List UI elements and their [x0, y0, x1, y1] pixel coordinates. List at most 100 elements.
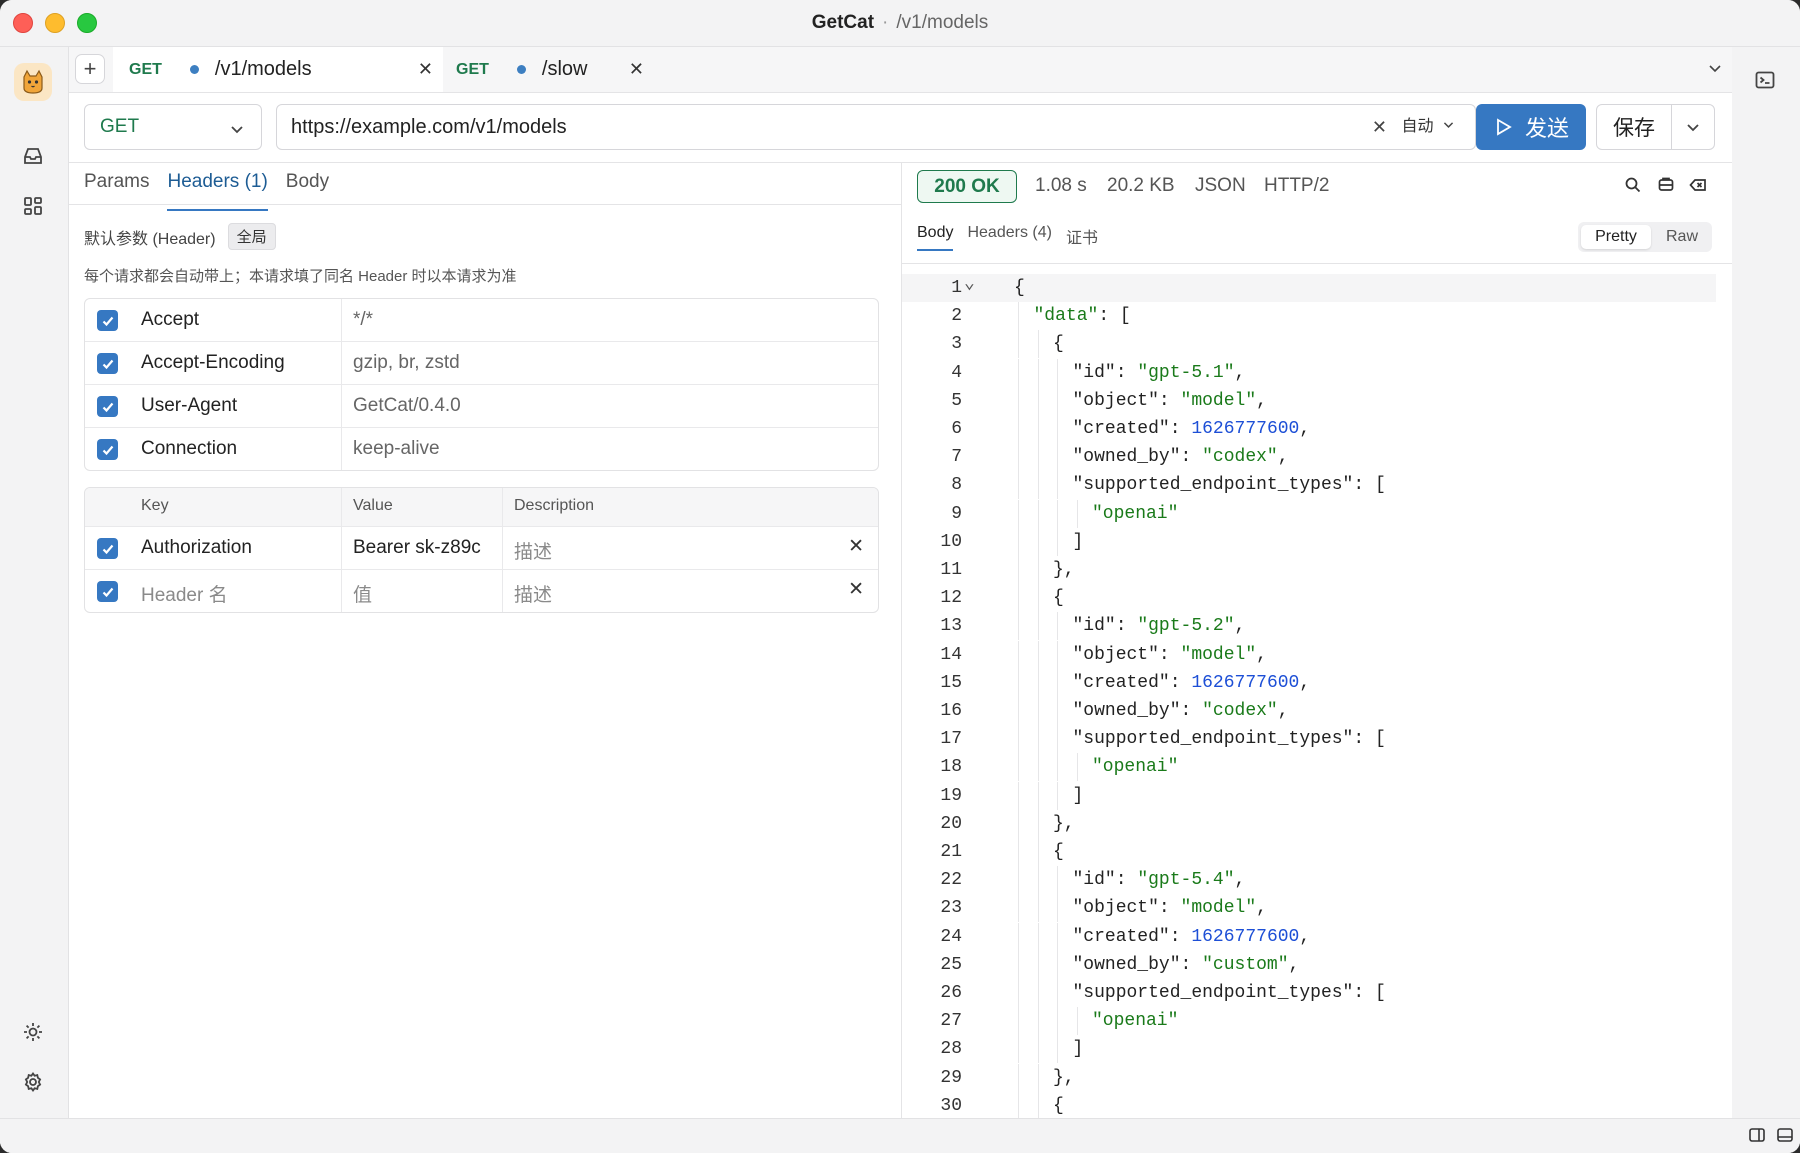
url-input[interactable]: https://example.com/v1/models ✕ 自动 — [276, 104, 1476, 150]
inbox-icon[interactable] — [20, 143, 46, 169]
url-value: https://example.com/v1/models — [291, 116, 567, 138]
request-tab-1[interactable]: GET /v1/models ✕ — [113, 47, 443, 92]
indent-guide — [1018, 1063, 1019, 1092]
line-number: 5 — [951, 390, 962, 411]
table-row: User-Agent GetCat/0.4.0 — [85, 385, 878, 428]
json-punctuation: "owned_by": — [1072, 447, 1203, 468]
indent-guide — [1057, 979, 1058, 1007]
status-badge: 200 OK — [917, 170, 1017, 203]
global-badge[interactable]: 全局 — [227, 223, 276, 250]
line-number: 3 — [951, 334, 962, 355]
header-description-input[interactable]: 描述 — [514, 580, 552, 607]
header-value-input[interactable]: Bearer sk-z89c — [353, 537, 493, 559]
fold-chevron-icon[interactable]: ⌄ — [964, 271, 975, 298]
save-options-button[interactable] — [1671, 104, 1715, 150]
json-string: "gpt-5.1" — [1137, 362, 1235, 383]
mode-select[interactable]: 自动 — [1402, 105, 1455, 149]
header-description-input[interactable]: 描述 — [514, 537, 552, 564]
response-size: 20.2 KB — [1107, 175, 1175, 196]
theme-icon[interactable] — [20, 1019, 46, 1045]
enable-checkbox[interactable] — [97, 439, 118, 460]
code-text: "owned_by": "codex", — [1073, 697, 1289, 725]
raw-button[interactable]: Raw — [1666, 225, 1698, 249]
indent-guide — [1057, 1035, 1058, 1064]
indent-guide — [1018, 640, 1019, 669]
header-key-input[interactable]: Header 名 — [141, 580, 228, 607]
save-response-icon[interactable] — [1657, 176, 1675, 199]
divider — [902, 263, 1732, 264]
code-text: "created": 1626777600, — [1073, 669, 1311, 697]
indent-guide — [1057, 612, 1058, 641]
header-key-input[interactable]: Authorization — [141, 537, 252, 559]
method-select[interactable]: GET — [84, 104, 262, 150]
indent-guide — [1037, 1035, 1039, 1064]
tabs-menu-chevron-icon[interactable] — [1706, 59, 1724, 82]
table-row: Authorization Bearer sk-z89c 描述 ✕ — [85, 527, 878, 570]
title-separator: · — [882, 12, 889, 33]
tab-body[interactable]: Body — [286, 171, 329, 211]
code-text: { — [1053, 838, 1064, 866]
close-tab-icon[interactable]: ✕ — [629, 59, 644, 80]
indent-guide — [1018, 330, 1019, 359]
code-text: }, — [1053, 1064, 1075, 1092]
indent-guide — [1057, 668, 1058, 697]
sidebar-layout-icon[interactable] — [1748, 1126, 1768, 1146]
response-tabs: Body Headers (4) 证书 — [917, 224, 1098, 251]
indent-guide — [1018, 1035, 1019, 1064]
indent-guide — [1057, 527, 1058, 556]
request-tab-bar: + GET /v1/models ✕ GET /slow ✕ — [69, 47, 1732, 93]
code-line: 3{ — [902, 330, 1716, 359]
header-value: gzip, br, zstd — [353, 352, 460, 373]
clear-icon[interactable] — [1689, 176, 1707, 199]
json-string: "codex" — [1202, 447, 1278, 468]
tab-params[interactable]: Params — [84, 171, 149, 211]
json-punctuation: "id": — [1072, 616, 1138, 637]
tab-certificate[interactable]: 证书 — [1066, 224, 1098, 251]
close-tab-icon[interactable]: ✕ — [418, 59, 433, 80]
delete-row-icon[interactable]: ✕ — [848, 578, 864, 601]
tab-headers[interactable]: Headers (1) — [167, 171, 268, 211]
column-description: Description — [514, 497, 595, 514]
code-text: ] — [1073, 782, 1084, 810]
line-number: 27 — [940, 1011, 962, 1032]
table-row: Accept */* — [85, 299, 878, 342]
code-line: 15 "created": 1626777600, — [902, 668, 1716, 697]
line-number: 26 — [940, 983, 962, 1003]
delete-row-icon[interactable]: ✕ — [848, 535, 864, 558]
code-text: "data": [ — [1034, 302, 1131, 330]
search-icon[interactable] — [1624, 176, 1642, 199]
left-sidebar — [0, 47, 69, 1153]
grid-icon[interactable] — [20, 193, 46, 219]
request-tab-2[interactable]: GET /slow ✕ — [444, 47, 644, 92]
default-headers-note: 每个请求都会自动带上；本请求填了同名 Header 时以本请求为准 — [84, 268, 517, 285]
tab-response-headers[interactable]: Headers (4) — [967, 224, 1051, 251]
bottom-panel-icon[interactable] — [1776, 1126, 1796, 1146]
line-number: 4 — [951, 362, 962, 383]
new-tab-button[interactable]: + — [75, 54, 105, 84]
save-button[interactable]: 保存 — [1596, 104, 1672, 150]
indent-guide — [1037, 809, 1039, 838]
enable-checkbox[interactable] — [97, 581, 118, 602]
indent-guide — [1018, 950, 1019, 979]
request-headers-table: Key Value Description Authorization Bear… — [84, 487, 879, 613]
line-number: 7 — [951, 447, 962, 468]
header-key: User-Agent — [141, 395, 238, 416]
enable-checkbox[interactable] — [97, 396, 118, 417]
enable-checkbox[interactable] — [97, 310, 118, 331]
enable-checkbox[interactable] — [97, 538, 118, 559]
tab-response-body[interactable]: Body — [917, 224, 954, 251]
header-key: Accept-Encoding — [141, 352, 285, 373]
indent-guide — [1018, 556, 1019, 584]
response-body-viewer[interactable]: 1 ⌄{2 "data": [3{4 "id": "gpt-5.1", 5 "object… — [902, 271, 1732, 1119]
send-button[interactable]: 发送 — [1476, 104, 1586, 150]
pretty-button[interactable]: Pretty — [1581, 225, 1651, 249]
clear-url-icon[interactable]: ✕ — [1372, 105, 1387, 149]
indent-guide — [1037, 950, 1039, 979]
settings-icon[interactable] — [20, 1069, 46, 1095]
line-number: 18 — [940, 757, 962, 778]
indent-guide — [1057, 640, 1058, 669]
indent-guide — [1037, 358, 1039, 387]
header-value-input[interactable]: 值 — [353, 580, 372, 607]
terminal-icon[interactable] — [1754, 69, 1776, 96]
enable-checkbox[interactable] — [97, 353, 118, 374]
